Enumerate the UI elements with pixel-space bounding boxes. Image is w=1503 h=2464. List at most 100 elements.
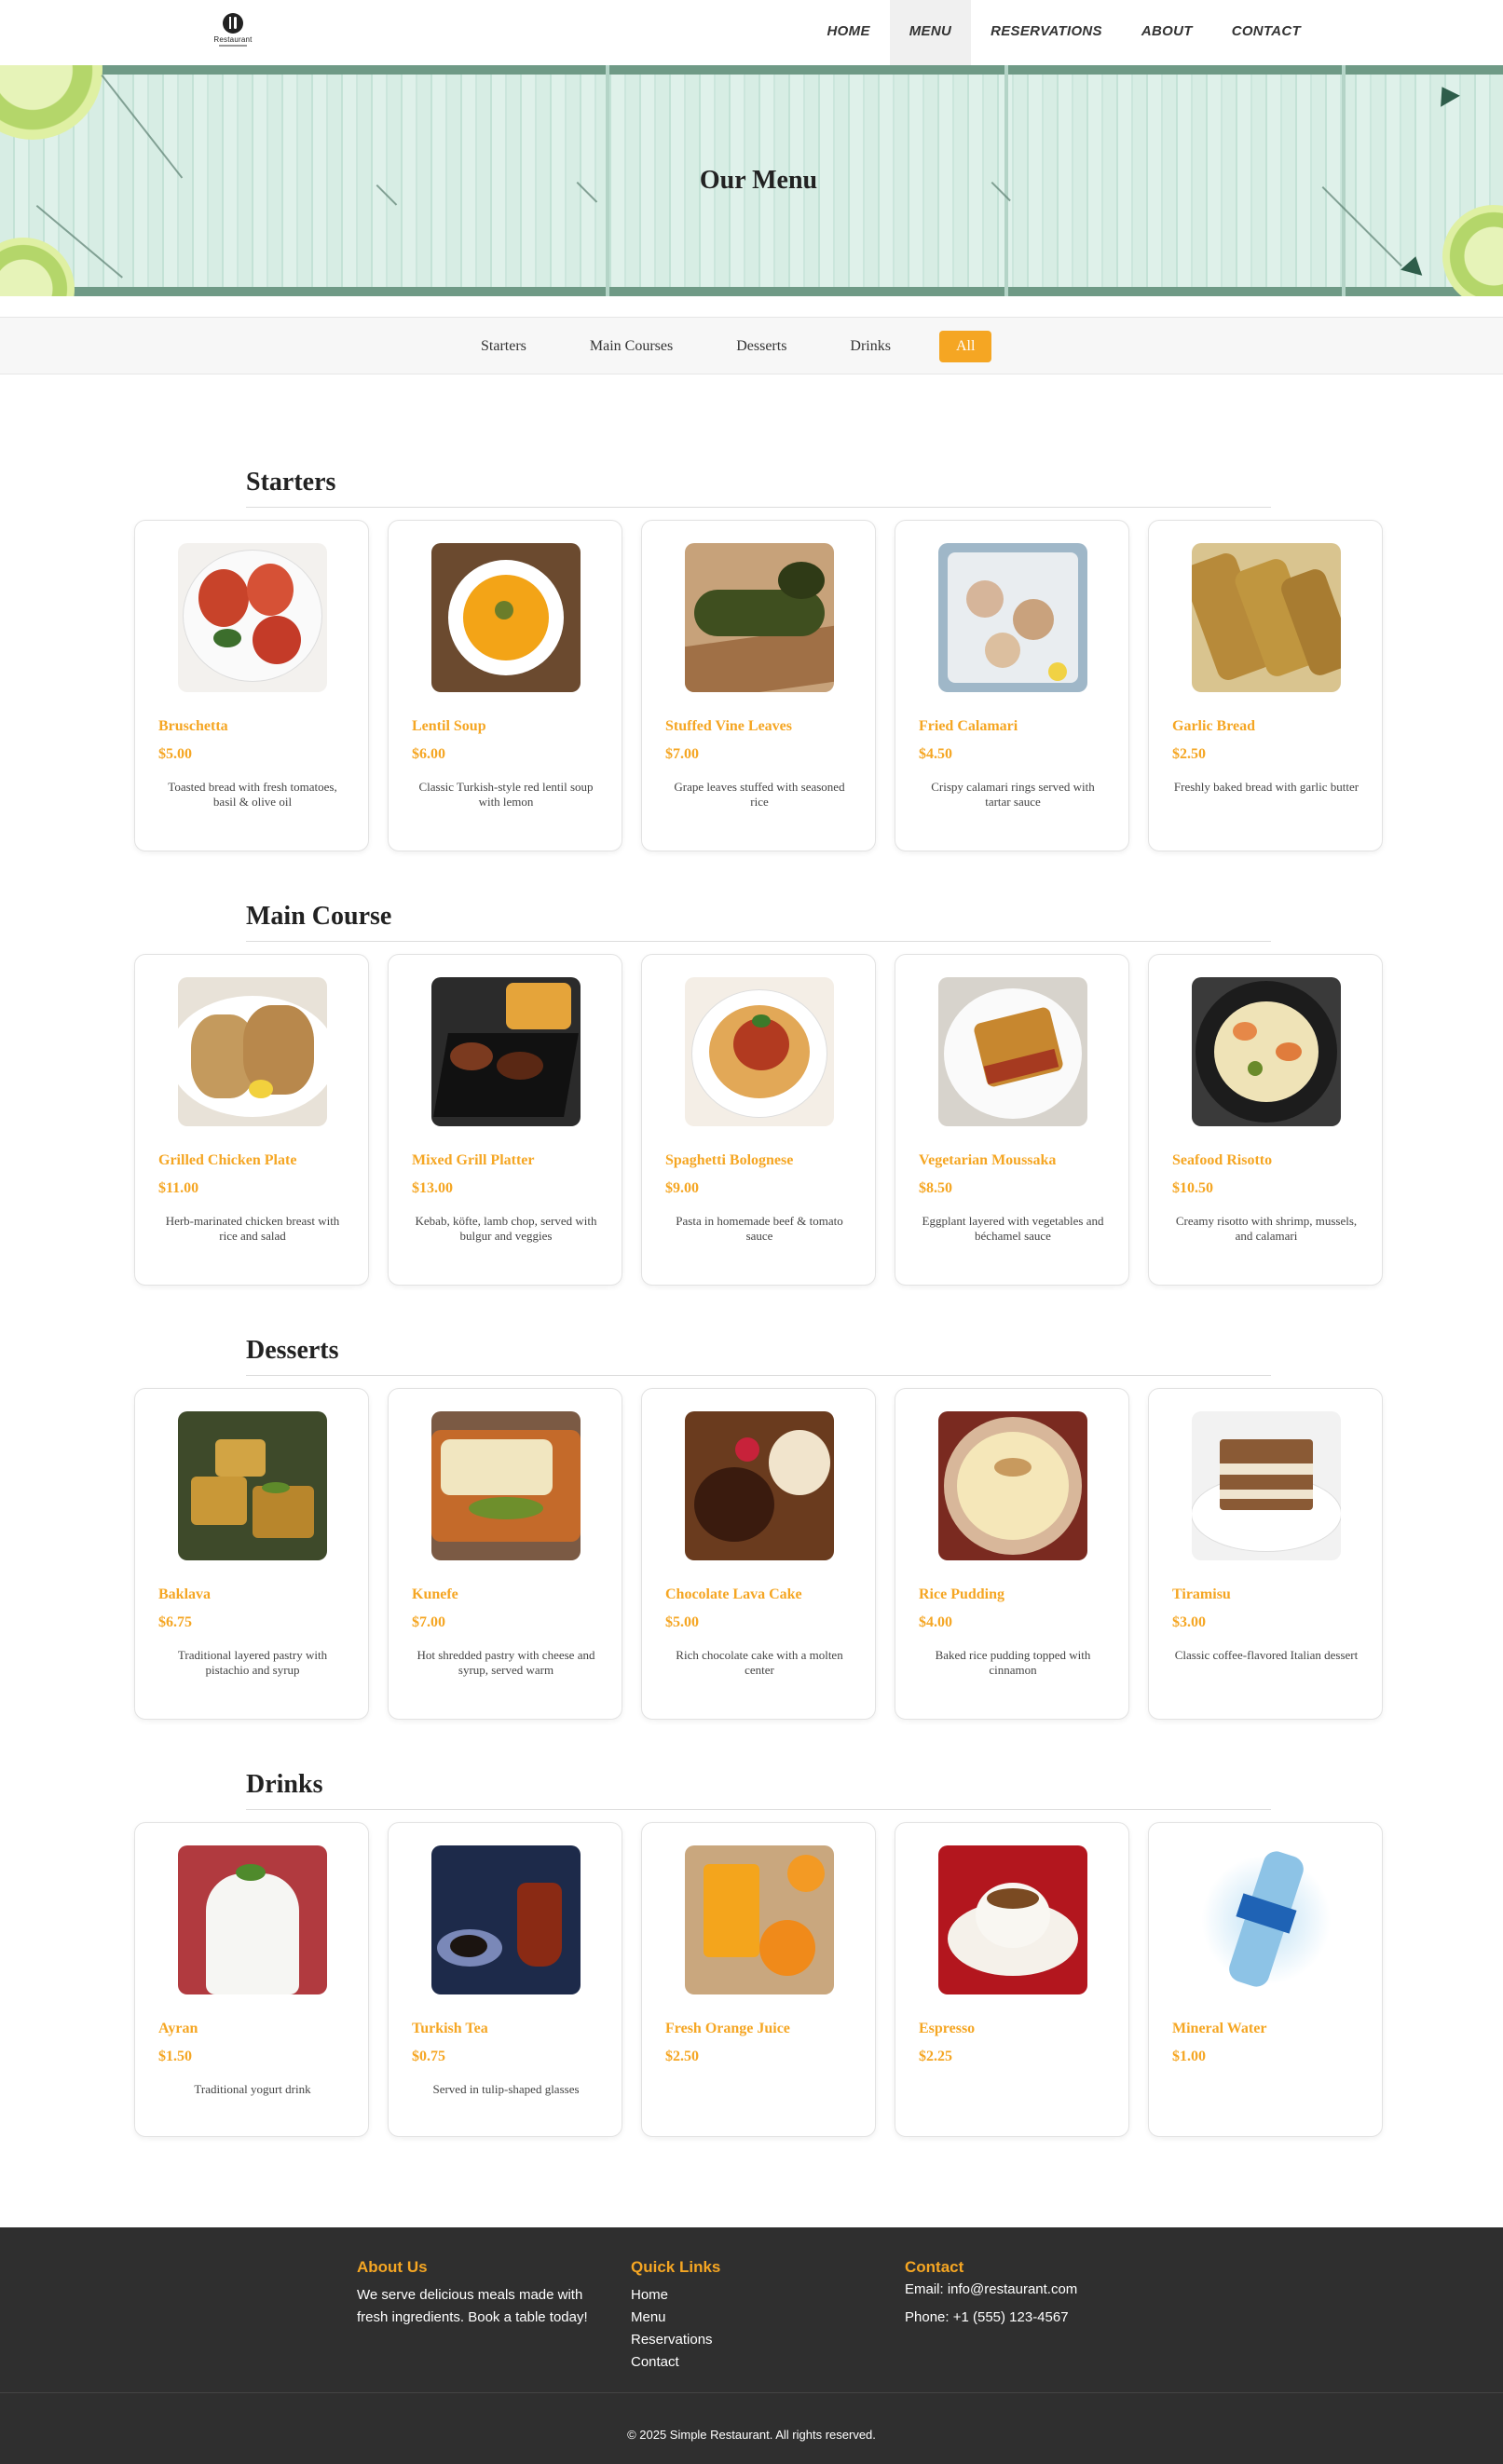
menu-item-price: $2.50 [1172,746,1206,762]
menu-item-description: Served in tulip-shaped glasses [432,2082,580,2096]
footer-contact-title: Contact [905,2258,964,2276]
footer-email: Email: info@restaurant.com [905,2281,1078,2297]
copyright-text: © 2025 Simple Restaurant. All rights res… [627,2428,876,2442]
menu-item-card[interactable]: Mineral Water $1.00 [1148,1822,1383,2137]
menu-card-grid: Ayran $1.50 Traditional yogurt drink Turkis… [134,1822,1383,2137]
footer-about-title: About Us [357,2258,428,2276]
footer-link-menu[interactable]: Menu [631,2307,720,2329]
menu-item-card[interactable]: Ayran $1.50 Traditional yogurt drink [134,1822,369,2137]
footer-about: About Us We serve delicious meals made w… [357,2258,588,2329]
menu-item-card[interactable]: Grilled Chicken Plate $11.00 Herb-marinate… [134,954,369,1286]
filter-desserts[interactable]: Desserts [721,332,801,361]
menu-item-price: $7.00 [665,746,699,762]
rice-pudding-photo [938,1411,1087,1560]
menu-card-grid: Bruschetta $5.00 Toasted bread with fresh … [134,520,1383,851]
menu-item-description: Rich chocolate cake with a molten center [676,1648,843,1677]
spaghetti-photo [685,977,834,1126]
top-navbar: Restaurant HOME MENU RESERVATIONS ABOUT … [0,0,1503,65]
menu-item-card[interactable]: Bruschetta $5.00 Toasted bread with fresh … [134,520,369,851]
mixed-grill-photo [431,977,581,1126]
lime-slice-decoration [0,65,102,140]
section-divider [246,941,1271,942]
nav-menu[interactable]: MENU [889,0,972,65]
menu-item-price: $1.50 [158,2049,192,2064]
menu-item-card[interactable]: Chocolate Lava Cake $5.00 Rich chocolate c… [641,1388,876,1720]
risotto-photo [1192,977,1341,1126]
nav-reservations[interactable]: RESERVATIONS [971,0,1122,65]
menu-item-description: Baked rice pudding topped with cinnamon [935,1648,1091,1677]
menu-item-card[interactable]: Stuffed Vine Leaves $7.00 Grape leaves stu… [641,520,876,851]
lime-slice-decoration [0,238,75,296]
menu-item-price: $5.00 [665,1614,699,1630]
baklava-photo [178,1411,327,1560]
menu-item-description: Grape leaves stuffed with seasoned rice [674,780,845,809]
menu-item-card[interactable]: Spaghetti Bolognese $9.00 Pasta in homemad… [641,954,876,1286]
footer-link-contact[interactable]: Contact [631,2351,720,2374]
menu-item-name: Rice Pudding [919,1586,1005,1602]
menu-item-description: Herb-marinated chicken breast with rice … [165,1214,340,1243]
section-title: Main Course [246,902,392,931]
hero-top-band [0,65,1503,75]
menu-item-card[interactable]: Fried Calamari $4.50 Crispy calamari rings… [895,520,1129,851]
menu-item-card[interactable]: Garlic Bread $2.50 Freshly baked bread wit… [1148,520,1383,851]
menu-item-name: Lentil Soup [412,718,486,734]
moussaka-photo [938,977,1087,1126]
nav-about[interactable]: ABOUT [1122,0,1212,65]
menu-item-description: Crispy calamari rings served with tartar… [931,780,1095,809]
menu-item-price: $7.00 [412,1614,445,1630]
filter-starters[interactable]: Starters [466,332,541,361]
lime-slice-decoration [1442,205,1503,296]
menu-item-name: Chocolate Lava Cake [665,1586,802,1602]
main-menu: HOME MENU RESERVATIONS ABOUT CONTACT [808,0,1320,65]
menu-item-card[interactable]: Turkish Tea $0.75 Served in tulip-shaped g… [388,1822,622,2137]
menu-item-description: Classic coffee-flavored Italian dessert [1174,1648,1359,1662]
filter-main-courses[interactable]: Main Courses [575,332,688,361]
filter-drinks[interactable]: Drinks [835,332,906,361]
menu-item-description: Toasted bread with fresh tomatoes, basil… [168,780,337,809]
nav-contact[interactable]: CONTACT [1212,0,1320,65]
lava-cake-photo [685,1411,834,1560]
menu-item-name: Spaghetti Bolognese [665,1152,794,1168]
menu-item-name: Espresso [919,2021,976,2036]
menu-item-description: Eggplant layered with vegetables and béc… [922,1214,1104,1243]
menu-item-price: $8.50 [919,1180,952,1196]
menu-item-price: $3.00 [1172,1614,1206,1630]
lentil-soup-photo [431,543,581,692]
logo-underline [219,45,247,47]
menu-item-name: Tiramisu [1172,1586,1231,1602]
hero-leaf-decoration [1432,81,1460,107]
menu-item-name: Baklava [158,1586,212,1602]
menu-item-card[interactable]: Kunefe $7.00 Hot shredded pastry with chee… [388,1388,622,1720]
menu-item-card[interactable]: Tiramisu $3.00 Classic coffee-flavored Ita… [1148,1388,1383,1720]
menu-item-description: Kebab, köfte, lamb chop, served with bul… [415,1214,597,1243]
menu-item-name: Fried Calamari [919,718,1018,734]
mineral-water-photo [1192,1845,1341,1994]
footer-link-reservations[interactable]: Reservations [631,2329,720,2351]
menu-item-card[interactable]: Mixed Grill Platter $13.00 Kebab, köfte, l… [388,954,622,1286]
filter-all[interactable]: All [938,331,992,362]
garlic-bread-photo [1192,543,1341,692]
footer-phone: Phone: +1 (555) 123-4567 [905,2309,1069,2325]
menu-item-price: $10.50 [1172,1180,1213,1196]
menu-item-card[interactable]: Fresh Orange Juice $2.50 [641,1822,876,2137]
menu-item-price: $13.00 [412,1180,453,1196]
nav-home[interactable]: HOME [808,0,890,65]
section-starters: Starters Bruschetta $5.00 Toasted bread wit… [0,468,1503,859]
menu-item-card[interactable]: Vegetarian Moussaka $8.50 Eggplant layered… [895,954,1129,1286]
footer-about-text: fresh ingredients. Book a table today! [357,2309,588,2325]
restaurant-logo[interactable]: Restaurant [212,13,253,50]
menu-item-card[interactable]: Rice Pudding $4.00 Baked rice pudding topp… [895,1388,1129,1720]
hero-leaf-decoration [1401,253,1427,276]
menu-item-card[interactable]: Lentil Soup $6.00 Classic Turkish-style re… [388,520,622,851]
menu-item-name: Grilled Chicken Plate [158,1152,297,1168]
vine-leaves-photo [685,543,834,692]
menu-item-card[interactable]: Espresso $2.25 [895,1822,1129,2137]
section-main-course: Main Course Grilled Chicken Plate $11.00 He… [0,902,1503,1293]
footer-divider [0,2392,1503,2393]
menu-item-name: Fresh Orange Juice [665,2021,790,2036]
menu-item-price: $0.75 [412,2049,445,2064]
menu-item-description: Traditional layered pastry with pistachi… [177,1648,328,1677]
menu-item-card[interactable]: Baklava $6.75 Traditional layered pastry w… [134,1388,369,1720]
menu-item-card[interactable]: Seafood Risotto $10.50 Creamy risotto with… [1148,954,1383,1286]
footer-link-home[interactable]: Home [631,2284,720,2307]
